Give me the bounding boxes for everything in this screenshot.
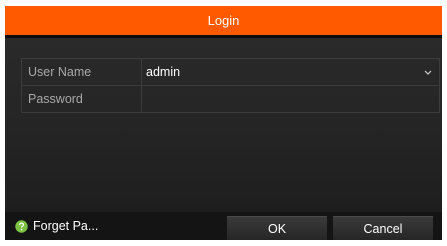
dialog-footer: Forget Pa... OK Cancel bbox=[5, 212, 442, 240]
password-label: Password bbox=[22, 86, 142, 112]
dialog-body: User Name admin Password bbox=[5, 38, 442, 212]
login-form: User Name admin Password bbox=[21, 58, 440, 113]
forget-password-link[interactable]: Forget Pa... bbox=[15, 212, 98, 240]
username-select[interactable]: admin bbox=[142, 59, 439, 85]
help-icon bbox=[15, 219, 28, 233]
chevron-down-icon[interactable] bbox=[423, 59, 433, 85]
username-value: admin bbox=[146, 65, 181, 79]
ok-button[interactable]: OK bbox=[227, 216, 327, 240]
password-row: Password bbox=[22, 86, 439, 112]
cancel-button[interactable]: Cancel bbox=[333, 216, 433, 240]
password-field[interactable] bbox=[146, 86, 439, 112]
password-cell bbox=[142, 86, 439, 112]
forget-password-label: Forget Pa... bbox=[33, 219, 99, 233]
login-dialog: Login User Name admin Password Forget Pa… bbox=[5, 6, 442, 240]
username-label: User Name bbox=[22, 59, 142, 85]
username-row: User Name admin bbox=[22, 59, 439, 86]
dialog-title: Login bbox=[5, 6, 442, 35]
